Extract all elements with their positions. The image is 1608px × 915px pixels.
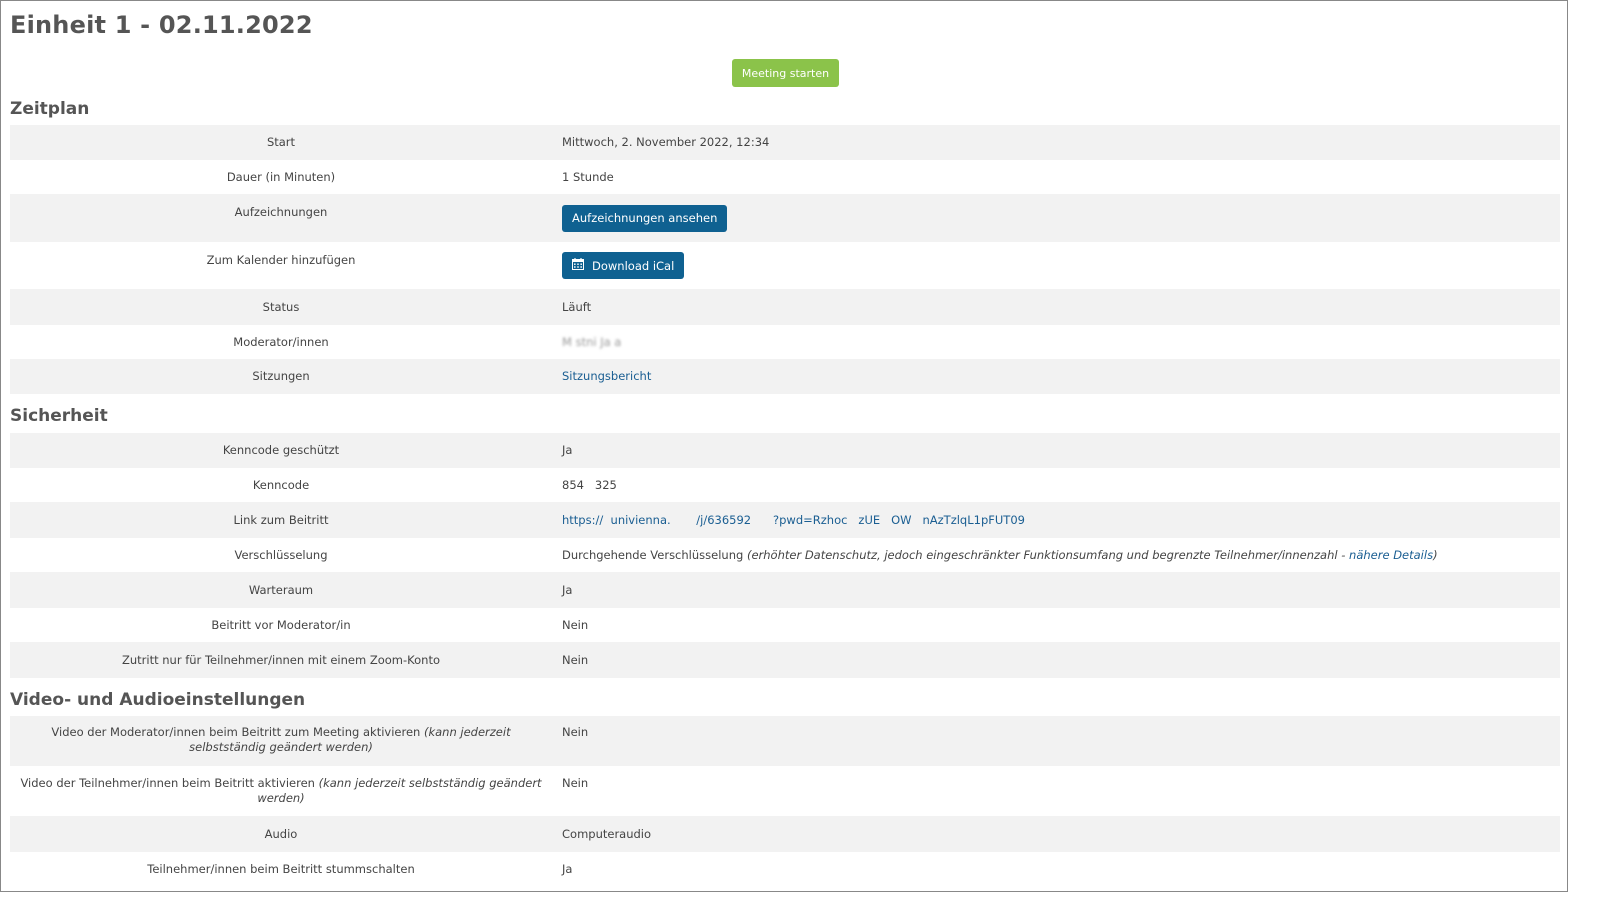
table-row: Zutritt nur für Teilnehmer/innen mit ein… bbox=[10, 642, 1560, 678]
download-ical-label: Download iCal bbox=[592, 258, 675, 273]
table-row: Status Läuft bbox=[10, 289, 1560, 325]
section-title-video-audio: Video- und Audioeinstellungen bbox=[10, 690, 306, 710]
row-label: Kenncode bbox=[252, 477, 310, 492]
row-value: Ja bbox=[562, 582, 573, 597]
video-participants-label: Video der Teilnehmer/innen beim Beitritt… bbox=[20, 776, 319, 790]
row-value: Nein bbox=[562, 652, 589, 667]
session-report-link[interactable]: Sitzungsbericht bbox=[562, 369, 651, 383]
row-value: Sitzungsbericht bbox=[552, 369, 1560, 384]
calendar-icon bbox=[572, 258, 584, 273]
table-row: Video der Moderator/innen beim Beitritt … bbox=[10, 716, 1560, 766]
meeting-page: Einheit 1 - 02.11.2022 Meeting starten Z… bbox=[0, 0, 1568, 892]
row-label: Zum Kalender hinzufügen bbox=[206, 253, 356, 267]
section-title-sicherheit: Sicherheit bbox=[10, 406, 108, 426]
row-label: Start bbox=[266, 135, 296, 149]
row-label: Sitzungen bbox=[252, 369, 310, 383]
row-label: Warteraum bbox=[248, 582, 314, 597]
table-row: Teilnehmer/innen beim Beitritt stummscha… bbox=[10, 852, 1560, 886]
view-recordings-button[interactable]: Aufzeichnungen ansehen bbox=[562, 204, 728, 232]
row-value: Nein bbox=[562, 725, 589, 739]
download-ical-button[interactable]: Download iCal bbox=[562, 252, 685, 279]
row-value: M stni Ja a bbox=[562, 334, 622, 349]
details-link[interactable]: nähere Details bbox=[1349, 548, 1433, 562]
encryption-note-close: ) bbox=[1433, 547, 1438, 562]
row-value: Ja bbox=[562, 443, 573, 457]
row-label: Link zum Beitritt bbox=[233, 512, 329, 527]
row-label: Verschlüsselung bbox=[234, 547, 328, 562]
row-label: Teilnehmer/innen beim Beitritt stummscha… bbox=[147, 861, 415, 876]
row-value: Ja bbox=[562, 861, 573, 876]
row-label: Video der Moderator/innen beim Beitritt … bbox=[10, 716, 552, 755]
zeitplan-table: Start Mittwoch, 2. November 2022, 12:34 … bbox=[10, 125, 1560, 394]
encryption-value: Durchgehende Verschlüsselung bbox=[562, 547, 744, 562]
video-audio-table: Video der Moderator/innen beim Beitritt … bbox=[10, 716, 1560, 886]
row-value: https:// univienna. /j/636592 ?pwd=Rzhoc… bbox=[552, 513, 1560, 528]
row-label: Moderator/innen bbox=[233, 334, 329, 349]
row-value: Mittwoch, 2. November 2022, 12:34 bbox=[562, 135, 770, 149]
row-label: Status bbox=[262, 299, 300, 314]
table-row: Start Mittwoch, 2. November 2022, 12:34 bbox=[10, 125, 1560, 160]
row-label: Zutritt nur für Teilnehmer/innen mit ein… bbox=[121, 652, 440, 667]
row-label: Video der Teilnehmer/innen beim Beitritt… bbox=[10, 766, 552, 806]
table-row: Kenncode 854 325 bbox=[10, 468, 1560, 502]
encryption-note: (erhöhter Datenschutz, jedoch eingeschrä… bbox=[746, 547, 1350, 562]
sicherheit-table: Kenncode geschützt Ja Kenncode 854 325 L… bbox=[10, 433, 1560, 678]
table-row: Sitzungen Sitzungsbericht bbox=[10, 359, 1560, 394]
table-row: Moderator/innen M stni Ja a bbox=[10, 325, 1560, 359]
join-link[interactable]: https:// univienna. /j/636592 ?pwd=Rzhoc… bbox=[562, 513, 1025, 527]
row-value: Computeraudio bbox=[562, 826, 652, 841]
table-row: Verschlüsselung Durchgehende Verschlüsse… bbox=[10, 538, 1560, 572]
table-row: Video der Teilnehmer/innen beim Beitritt… bbox=[10, 766, 1560, 816]
table-row: Kenncode geschützt Ja bbox=[10, 433, 1560, 468]
table-row: Beitritt vor Moderator/in Nein bbox=[10, 608, 1560, 642]
row-label: Kenncode geschützt bbox=[222, 443, 340, 457]
row-value: Läuft bbox=[562, 299, 592, 314]
section-title-zeitplan: Zeitplan bbox=[10, 99, 90, 119]
row-value: Aufzeichnungen ansehen bbox=[552, 204, 1560, 232]
row-value: Nein bbox=[562, 617, 589, 632]
row-value: Download iCal bbox=[552, 252, 1560, 279]
table-row: Warteraum Ja bbox=[10, 572, 1560, 608]
video-moderator-label: Video der Moderator/innen beim Beitritt … bbox=[51, 725, 424, 739]
table-row: Audio Computeraudio bbox=[10, 816, 1560, 852]
row-label: Beitritt vor Moderator/in bbox=[211, 617, 351, 632]
row-label: Dauer (in Minuten) bbox=[226, 169, 336, 184]
row-value: 854 325 bbox=[562, 477, 617, 492]
row-label: Audio bbox=[264, 826, 298, 841]
page-title: Einheit 1 - 02.11.2022 bbox=[10, 11, 313, 39]
start-meeting-button[interactable]: Meeting starten bbox=[732, 59, 839, 87]
table-row: Link zum Beitritt https:// univienna. /j… bbox=[10, 502, 1560, 538]
row-label: Aufzeichnungen bbox=[234, 205, 328, 219]
row-value: 1 Stunde bbox=[562, 169, 614, 184]
row-value: Nein bbox=[562, 776, 589, 790]
table-row: Aufzeichnungen Aufzeichnungen ansehen bbox=[10, 194, 1560, 242]
row-value: Durchgehende Verschlüsselung (erhöhter D… bbox=[552, 548, 1560, 563]
table-row: Zum Kalender hinzufügen Download iCal bbox=[10, 242, 1560, 289]
table-row: Dauer (in Minuten) 1 Stunde bbox=[10, 160, 1560, 194]
